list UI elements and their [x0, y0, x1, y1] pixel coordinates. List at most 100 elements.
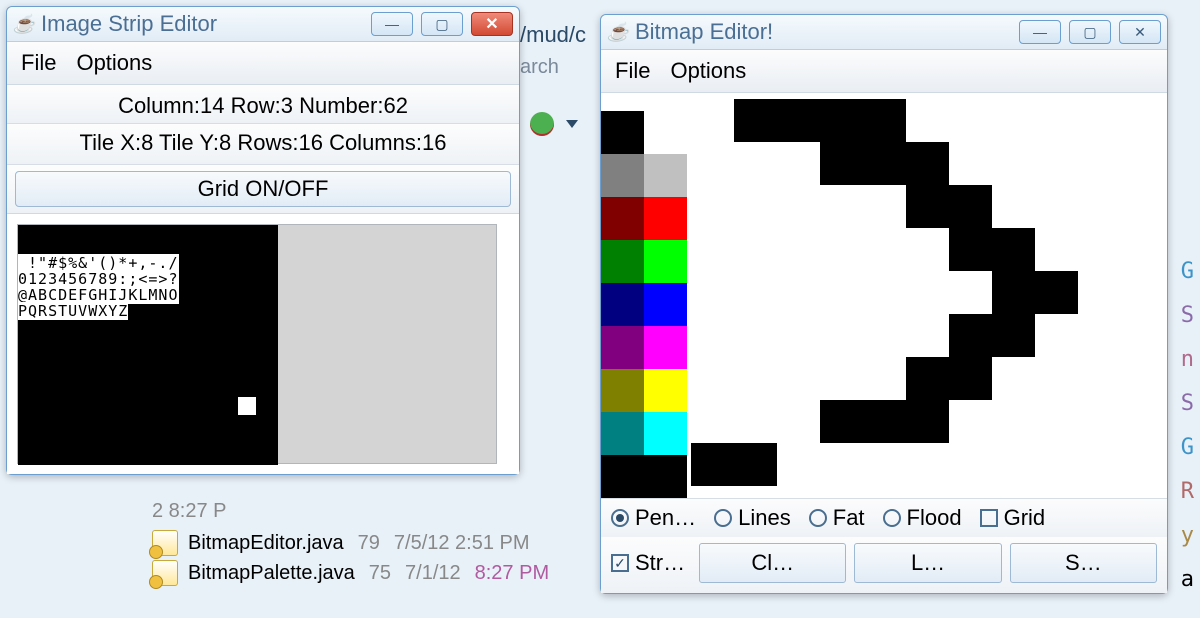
- pixel[interactable]: [992, 314, 1035, 357]
- row-value: 3: [281, 93, 293, 118]
- pixel[interactable]: [949, 185, 992, 228]
- menu-options[interactable]: Options: [76, 50, 152, 76]
- palette-swatch[interactable]: [644, 111, 687, 154]
- save-button[interactable]: S…: [1010, 543, 1157, 583]
- pixel[interactable]: [820, 400, 863, 443]
- menu-options[interactable]: Options: [670, 58, 746, 84]
- file-date: 7/5/12 2:51 PM: [394, 532, 530, 555]
- color-palette: [601, 111, 687, 498]
- minimize-button[interactable]: —: [1019, 20, 1061, 44]
- palette-swatch[interactable]: [601, 197, 644, 240]
- number-label: Number:: [299, 93, 383, 118]
- palette-swatch[interactable]: [601, 111, 644, 154]
- tiley-value: 8: [219, 130, 231, 155]
- palette-swatch[interactable]: [644, 154, 687, 197]
- tool-flood-radio[interactable]: Flood: [883, 505, 962, 531]
- window-title: Bitmap Editor!: [635, 19, 1019, 45]
- file-row[interactable]: BitmapPalette.java 75 7/1/12 8:27 PM: [152, 560, 549, 586]
- pixel[interactable]: [906, 357, 949, 400]
- maximize-button[interactable]: ▢: [421, 12, 463, 36]
- palette-swatch[interactable]: [644, 197, 687, 240]
- column-value: 14: [200, 93, 224, 118]
- cols-label: Columns:: [329, 130, 422, 155]
- titlebar[interactable]: ☕ Image Strip Editor — ▢ ✕: [7, 7, 519, 42]
- tilex-label: Tile X:: [80, 130, 142, 155]
- palette-swatch[interactable]: [644, 412, 687, 455]
- pixel[interactable]: [906, 142, 949, 185]
- maximize-button[interactable]: ▢: [1069, 20, 1111, 44]
- java-file-icon: [152, 530, 178, 556]
- tool-fat-radio[interactable]: Fat: [809, 505, 865, 531]
- chevron-down-icon[interactable]: [566, 120, 578, 128]
- grid-checkbox-label: Grid: [1004, 505, 1046, 531]
- pixel[interactable]: [992, 228, 1035, 271]
- search-hint-fragment: arch: [520, 56, 559, 79]
- file-rev: 75: [369, 562, 391, 585]
- palette-swatch[interactable]: [601, 369, 644, 412]
- pixel[interactable]: [949, 314, 992, 357]
- titlebar[interactable]: ☕ Bitmap Editor! — ▢ ✕: [601, 15, 1167, 50]
- pixel[interactable]: [863, 99, 906, 142]
- palette-swatch[interactable]: [644, 369, 687, 412]
- row-label: Row:: [231, 93, 281, 118]
- tiley-label: Tile Y:: [159, 130, 219, 155]
- tool-lines-radio[interactable]: Lines: [714, 505, 791, 531]
- pixel[interactable]: [1035, 271, 1078, 314]
- file-date: 7/1/12: [405, 562, 461, 585]
- tool-flood-label: Flood: [907, 505, 962, 531]
- menubar: File Options: [601, 50, 1167, 93]
- stroke-checkbox[interactable]: ✓Str…: [611, 550, 685, 576]
- cols-value: 16: [422, 130, 446, 155]
- side-gutter-letters: GSnSGRya: [1181, 250, 1194, 602]
- stroke-checkbox-label: Str…: [635, 550, 685, 576]
- pixel[interactable]: [863, 142, 906, 185]
- tool-radio-row: Pen… Lines Fat Flood Grid: [601, 498, 1167, 537]
- strip-charset: !"#$%&'()*+,-./ 0123456789:;<=>? @ABCDEF…: [18, 255, 278, 319]
- palette-swatch[interactable]: [644, 455, 687, 498]
- close-button[interactable]: ✕: [471, 12, 513, 36]
- tool-pencil-label: Pen…: [635, 505, 696, 531]
- pixel[interactable]: [734, 99, 777, 142]
- palette-swatch[interactable]: [644, 240, 687, 283]
- bitmap-canvas[interactable]: [691, 99, 1147, 479]
- tool-lines-label: Lines: [738, 505, 791, 531]
- tool-pencil-radio[interactable]: Pen…: [611, 505, 696, 531]
- pixel[interactable]: [691, 443, 734, 486]
- palette-swatch[interactable]: [644, 326, 687, 369]
- file-row[interactable]: BitmapEditor.java 79 7/5/12 2:51 PM: [152, 530, 530, 556]
- info-line-2: Tile X:8 Tile Y:8 Rows:16 Columns:16: [7, 124, 519, 165]
- load-button[interactable]: L…: [854, 543, 1001, 583]
- pixel[interactable]: [820, 99, 863, 142]
- java-icon: ☕: [607, 21, 629, 43]
- window-title: Image Strip Editor: [41, 11, 371, 37]
- image-strip-canvas[interactable]: !"#$%&'()*+,-./ 0123456789:;<=>? @ABCDEF…: [17, 224, 497, 464]
- palette-swatch[interactable]: [601, 283, 644, 326]
- number-value: 62: [383, 93, 407, 118]
- pixel[interactable]: [906, 400, 949, 443]
- minimize-button[interactable]: —: [371, 12, 413, 36]
- pixel[interactable]: [863, 400, 906, 443]
- menu-file[interactable]: File: [615, 58, 650, 84]
- palette-swatch[interactable]: [601, 240, 644, 283]
- menu-file[interactable]: File: [21, 50, 56, 76]
- pixel[interactable]: [906, 185, 949, 228]
- palette-swatch[interactable]: [601, 455, 644, 498]
- grid-toggle-button[interactable]: Grid ON/OFF: [15, 171, 511, 207]
- palette-swatch[interactable]: [601, 154, 644, 197]
- pixel[interactable]: [949, 228, 992, 271]
- file-row[interactable]: 2 8:27 P: [152, 500, 227, 523]
- run-icon[interactable]: [530, 112, 554, 136]
- pixel[interactable]: [820, 142, 863, 185]
- palette-swatch[interactable]: [601, 326, 644, 369]
- pixel[interactable]: [949, 357, 992, 400]
- palette-swatch[interactable]: [644, 283, 687, 326]
- grid-checkbox[interactable]: Grid: [980, 505, 1046, 531]
- pixel[interactable]: [734, 443, 777, 486]
- pixel[interactable]: [777, 99, 820, 142]
- clear-button[interactable]: Cl…: [699, 543, 846, 583]
- pixel[interactable]: [992, 271, 1035, 314]
- close-button[interactable]: ✕: [1119, 20, 1161, 44]
- palette-swatch[interactable]: [601, 412, 644, 455]
- column-label: Column:: [118, 93, 200, 118]
- strip-cursor: [238, 397, 256, 415]
